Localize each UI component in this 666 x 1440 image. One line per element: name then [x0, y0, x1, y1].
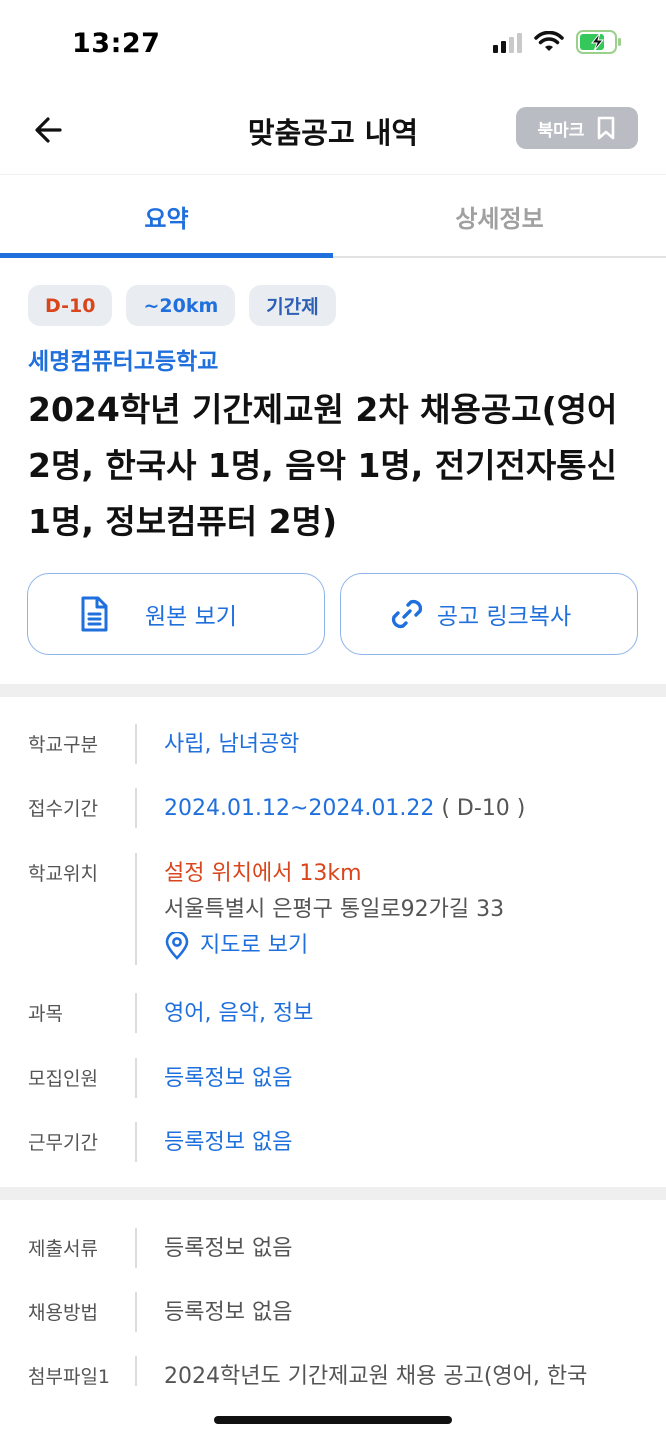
info-separator [135, 724, 137, 764]
info-separator [135, 853, 137, 965]
copy-link-label: 공고 링크복사 [436, 604, 572, 630]
info-value: 2024.01.12~2024.01.22 ( D-10 ) [164, 791, 525, 827]
info-label: 학교구분 [28, 734, 98, 756]
home-indicator [214, 1416, 452, 1424]
section-divider [0, 1187, 666, 1200]
info-value: 사립, 남녀공학 [164, 732, 300, 757]
info-label: 학교위치 [28, 863, 98, 885]
info-value: 등록정보 없음 [164, 1300, 293, 1325]
info-separator [135, 1292, 137, 1332]
info-separator [135, 1356, 137, 1386]
action-buttons: 원본 보기 공고 링크복사 [27, 573, 638, 655]
wifi-icon [534, 31, 564, 51]
info-label: 과목 [28, 1003, 63, 1025]
info-separator [135, 993, 137, 1033]
info-value: 등록정보 없음 [164, 1066, 293, 1091]
copy-link-button[interactable]: 공고 링크복사 [340, 573, 638, 655]
view-original-button[interactable]: 원본 보기 [27, 573, 325, 655]
bookmark-button[interactable]: 북마크 [516, 107, 638, 149]
info-value: 영어, 음악, 정보 [164, 1001, 314, 1026]
active-tab-indicator [0, 253, 333, 258]
location-distance: 설정 위치에서 13km [164, 861, 362, 886]
map-pin-icon [165, 932, 189, 960]
tab-details[interactable]: 상세정보 [333, 175, 666, 257]
view-original-label: 원본 보기 [145, 604, 237, 630]
tab-summary[interactable]: 요약 [0, 175, 333, 257]
info-separator [135, 1122, 137, 1162]
info-value: 설정 위치에서 13km 서울특별시 은평구 통일로92가길 33 지도로 보기 [164, 856, 504, 964]
top-navbar: 맞춤공고 내역 북마크 [0, 88, 666, 174]
attachment-row-clip: 첨부파일1 2024학년도 기간제교원 채용 공고(영어, 한국 [0, 1352, 666, 1386]
school-name: 세명컴퓨터고등학교 [28, 349, 219, 375]
cellular-signal-icon [493, 31, 522, 53]
info-separator [135, 1058, 137, 1098]
info-label: 제출서류 [28, 1238, 98, 1260]
employment-type-chip: 기간제 [249, 285, 336, 326]
map-link[interactable]: 지도로 보기 [164, 928, 504, 964]
info-value: 2024학년도 기간제교원 채용 공고(영어, 한국 [164, 1364, 588, 1386]
tag-chips: D-10 ~20km 기간제 [28, 285, 336, 326]
info-label: 첨부파일1 [28, 1366, 111, 1386]
info-label: 근무기간 [28, 1132, 98, 1154]
status-icons [493, 30, 622, 54]
dday-chip: D-10 [28, 285, 113, 326]
distance-chip: ~20km [126, 285, 236, 326]
info-value: 등록정보 없음 [164, 1130, 293, 1155]
period-dday: ( D-10 ) [441, 796, 526, 821]
info-separator [135, 788, 137, 828]
info-value: 등록정보 없음 [164, 1236, 293, 1261]
post-title: 2024학년 기간제교원 2차 채용공고(영어 2명, 한국사 1명, 음악 1… [28, 390, 618, 541]
battery-icon [576, 30, 621, 54]
section-divider [0, 684, 666, 697]
info-label: 채용방법 [28, 1302, 98, 1324]
tab-bar: 요약 상세정보 [0, 174, 666, 258]
period-range: 2024.01.12~2024.01.22 [164, 796, 435, 821]
info-label: 모집인원 [28, 1068, 98, 1090]
status-bar: 13:27 [0, 0, 666, 88]
bookmark-label: 북마크 [537, 120, 585, 141]
location-address: 서울특별시 은평구 통일로92가길 33 [164, 897, 505, 922]
status-time: 13:27 [72, 28, 161, 59]
link-icon [391, 599, 423, 629]
document-icon [81, 596, 108, 632]
info-separator [135, 1228, 137, 1268]
map-link-label: 지도로 보기 [200, 933, 309, 958]
bookmark-icon [598, 116, 615, 140]
info-label: 접수기간 [28, 798, 98, 820]
